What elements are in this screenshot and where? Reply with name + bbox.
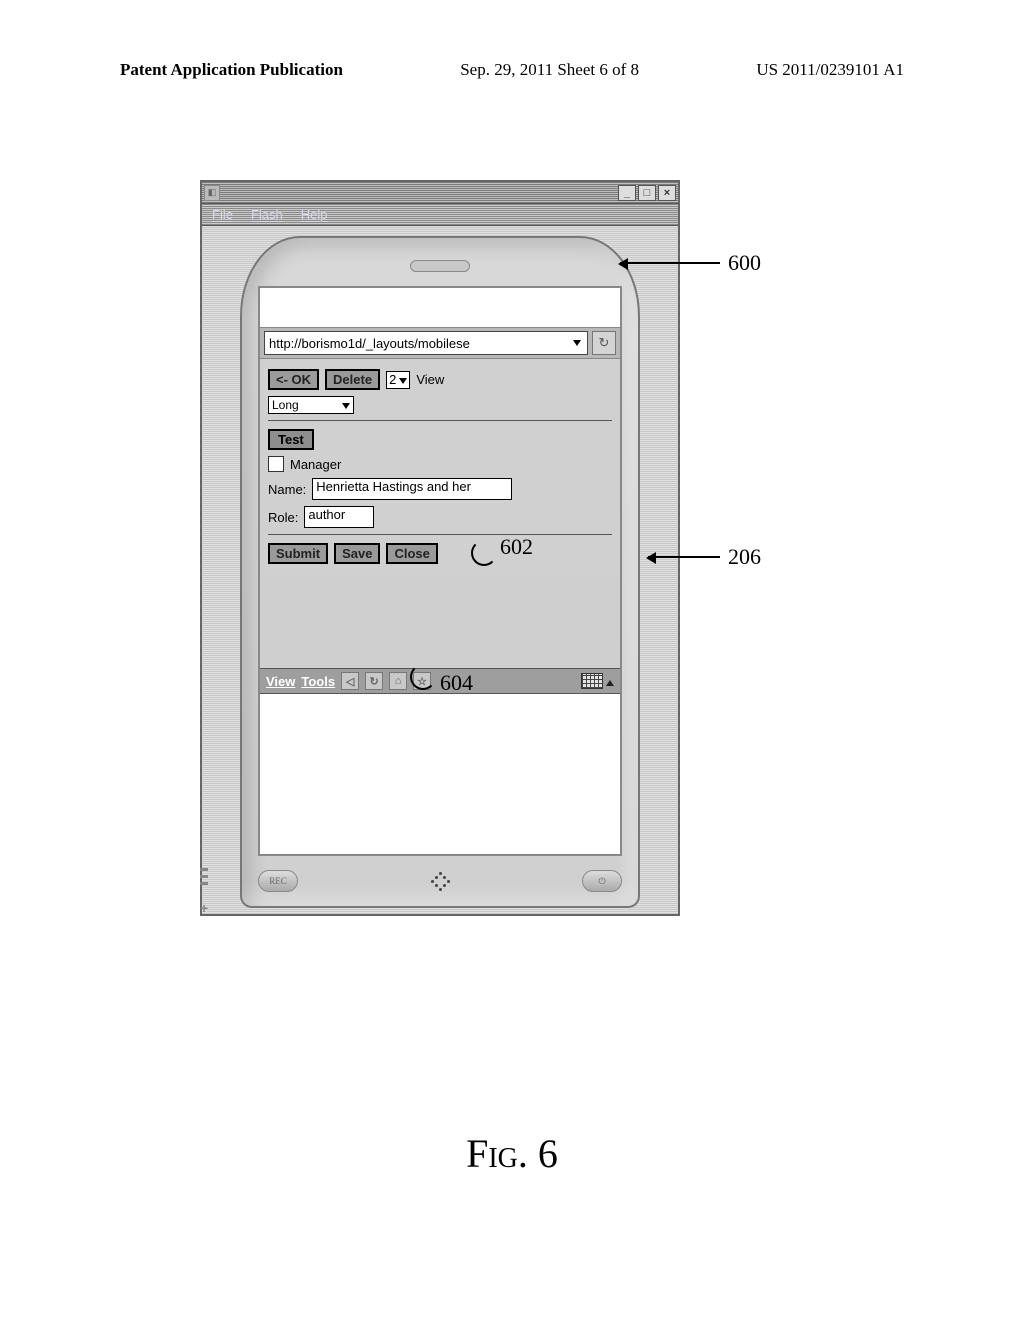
pub-label: Patent Application Publication: [120, 60, 343, 80]
test-button[interactable]: Test: [268, 429, 314, 450]
menu-file[interactable]: File: [212, 207, 233, 222]
submit-button[interactable]: Submit: [268, 543, 328, 564]
view-label: View: [416, 372, 444, 387]
role-label: Role:: [268, 510, 298, 525]
page-header: Patent Application Publication Sep. 29, …: [0, 0, 1024, 90]
ok-button[interactable]: <- OK: [268, 369, 319, 390]
system-menu-icon[interactable]: ◧: [204, 185, 220, 201]
hw-rec-label: REC: [269, 876, 287, 886]
toolbar-row-2: Long: [268, 396, 612, 414]
hardware-buttons: REC ⏻: [258, 866, 622, 896]
save-button[interactable]: Save: [334, 543, 380, 564]
window-controls: _ □ ×: [618, 185, 676, 201]
manager-checkbox[interactable]: [268, 456, 284, 472]
hw-power-button[interactable]: ⏻: [582, 870, 622, 892]
toolbar-row-1: <- OK Delete 2 View: [268, 369, 612, 390]
role-input[interactable]: author: [304, 506, 374, 528]
callout-602: 602: [500, 534, 533, 560]
leader-600: [620, 262, 720, 264]
pub-number: US 2011/0239101 A1: [756, 60, 904, 80]
address-bar-row: http://borismo1d/_layouts/mobilese ↻: [260, 328, 620, 359]
divider-2: [268, 534, 612, 535]
manager-row: Manager: [268, 456, 612, 472]
device-area: http://borismo1d/_layouts/mobilese ↻ <- …: [202, 226, 678, 914]
name-label: Name:: [268, 482, 306, 497]
close-button[interactable]: ×: [658, 185, 676, 201]
callout-206: 206: [728, 544, 761, 570]
go-refresh-button[interactable]: ↻: [592, 331, 616, 355]
view-count-select[interactable]: 2: [386, 371, 410, 389]
menu-help[interactable]: Help: [301, 207, 328, 222]
figure-caption: Fig. 6: [0, 1130, 1024, 1177]
menu-flash[interactable]: Flash: [251, 207, 283, 222]
role-row: Role: author: [268, 506, 612, 528]
chevron-down-icon: [342, 398, 350, 412]
callout-604: 604: [440, 670, 473, 696]
pda-device: http://borismo1d/_layouts/mobilese ↻ <- …: [240, 236, 640, 908]
pda-screen: http://borismo1d/_layouts/mobilese ↻ <- …: [258, 286, 622, 856]
long-select[interactable]: Long: [268, 396, 354, 414]
chevron-down-icon: [396, 372, 407, 387]
leader-604: [410, 664, 436, 690]
test-row: Test: [268, 429, 612, 450]
callout-600: 600: [728, 250, 761, 276]
maximize-button[interactable]: □: [638, 185, 656, 201]
dpad-dots-icon: [429, 870, 451, 892]
close-form-button[interactable]: Close: [386, 543, 437, 564]
keyboard-icon[interactable]: [581, 673, 603, 689]
minimize-button[interactable]: _: [618, 185, 636, 201]
emulator-window: ◧ _ □ × File Flash Help http://borismo1d…: [200, 180, 680, 916]
lower-blank-area: [260, 694, 620, 854]
manager-label: Manager: [290, 457, 341, 472]
viewtools-view[interactable]: View: [266, 674, 295, 689]
keyboard-dropdown-icon[interactable]: [606, 674, 614, 689]
address-dropdown-icon[interactable]: [571, 338, 583, 348]
side-notch-icon: [200, 856, 210, 896]
titlebar: ◧ _ □ ×: [202, 182, 678, 204]
delete-button[interactable]: Delete: [325, 369, 380, 390]
long-select-value: Long: [272, 398, 299, 412]
name-row: Name: Henrietta Hastings and her: [268, 478, 612, 500]
address-text: http://borismo1d/_layouts/mobilese: [269, 336, 470, 351]
name-input[interactable]: Henrietta Hastings and her: [312, 478, 512, 500]
back-icon[interactable]: ◁: [341, 672, 359, 690]
side-plus-icon: +: [200, 900, 208, 916]
divider-1: [268, 420, 612, 421]
earpiece-icon: [410, 260, 470, 272]
action-row: Submit Save Close: [268, 543, 612, 564]
screen-title-strip: [260, 288, 620, 328]
menubar: File Flash Help: [202, 204, 678, 226]
page-content: <- OK Delete 2 View Long: [260, 359, 620, 576]
leader-206: [648, 556, 720, 558]
leader-602: [471, 540, 497, 566]
home-icon[interactable]: ⌂: [389, 672, 407, 690]
date-sheet: Sep. 29, 2011 Sheet 6 of 8: [460, 60, 639, 80]
hw-rec-button[interactable]: REC: [258, 870, 298, 892]
refresh-icon[interactable]: ↻: [365, 672, 383, 690]
dpad[interactable]: [425, 866, 455, 896]
viewtools-tools[interactable]: Tools: [301, 674, 335, 689]
address-input[interactable]: http://borismo1d/_layouts/mobilese: [264, 331, 588, 355]
view-count-value: 2: [389, 372, 396, 387]
